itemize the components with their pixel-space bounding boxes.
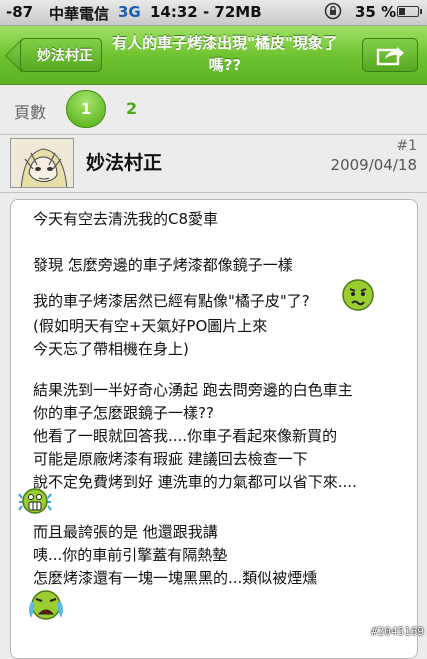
page-button-1[interactable]: 1 xyxy=(66,90,106,128)
share-button[interactable] xyxy=(362,38,418,72)
back-button[interactable]: 妙法村正 xyxy=(20,38,102,72)
post-line: 可能是原廠烤漆有瑕疵 建議回去檢查一下 xyxy=(33,450,308,468)
battery-percent: 35 % xyxy=(355,3,397,21)
page-title: 有人的車子烤漆出現"橘皮"現象了嗎?? xyxy=(112,34,338,74)
post-line: 今天忘了帶相機在身上) xyxy=(33,340,189,358)
author-name[interactable]: 妙法村正 xyxy=(86,148,162,175)
network-type: 3G xyxy=(118,3,141,21)
status-bar: -87 中華電信 3G 14:32 - 72MB 35 % xyxy=(0,0,427,26)
post-line: 發現 怎麼旁邊的車子烤漆都像鏡子一樣 xyxy=(33,256,293,274)
page-selector: 頁數 xyxy=(0,85,427,135)
confused-smiley-icon xyxy=(342,279,374,311)
watermark: #2045169 xyxy=(371,625,424,638)
rotation-lock-icon xyxy=(324,2,342,20)
post-date: 2009/04/18 xyxy=(330,156,417,174)
divider xyxy=(0,192,427,193)
clock-memory: 14:32 - 72MB xyxy=(150,3,262,21)
page-button-2[interactable]: 2 xyxy=(126,99,137,118)
divider xyxy=(0,134,427,135)
post-line: 今天有空去清洗我的C8愛車 xyxy=(33,210,219,228)
shocked-smiley-icon xyxy=(18,488,52,514)
crying-smiley-icon xyxy=(29,590,63,620)
post-line: 他看了一眼就回答我....你車子看起來像新買的 xyxy=(33,427,338,445)
post-content: 今天有空去清洗我的C8愛車 發現 怎麼旁邊的車子烤漆都像鏡子一樣 我的車子烤漆居… xyxy=(10,199,418,659)
post-line: 咦...你的車前引擎蓋有隔熱墊 xyxy=(33,546,228,564)
navigation-bar: 妙法村正 有人的車子烤漆出現"橘皮"現象了嗎?? xyxy=(0,26,427,85)
battery-icon xyxy=(397,6,422,17)
post-line: 我的車子烤漆居然已經有點像"橘子皮"了? xyxy=(33,292,310,310)
signal-strength: -87 xyxy=(6,3,34,21)
post-line: (假如明天有空+天氣好PO圖片上來 xyxy=(33,317,268,335)
post-number: #1 xyxy=(396,138,417,154)
avatar[interactable] xyxy=(10,138,74,188)
carrier-name: 中華電信 xyxy=(49,5,110,23)
post-line: 結果洗到一半好奇心湧起 跑去問旁邊的白色車主 xyxy=(33,381,353,399)
pager-label: 頁數 xyxy=(14,103,47,122)
post-line: 你的車子怎麼跟鏡子一樣?? xyxy=(33,404,214,422)
post-line: 說不定免費烤到好 連洗車的力氣都可以省下來.... xyxy=(33,473,357,491)
post-line: 怎麼烤漆還有一塊一塊黑黑的...類似被煙燻 xyxy=(33,569,318,587)
share-icon xyxy=(376,47,404,66)
post-line: 而且最誇張的是 他還跟我講 xyxy=(33,523,218,541)
avatar-image xyxy=(11,139,73,187)
